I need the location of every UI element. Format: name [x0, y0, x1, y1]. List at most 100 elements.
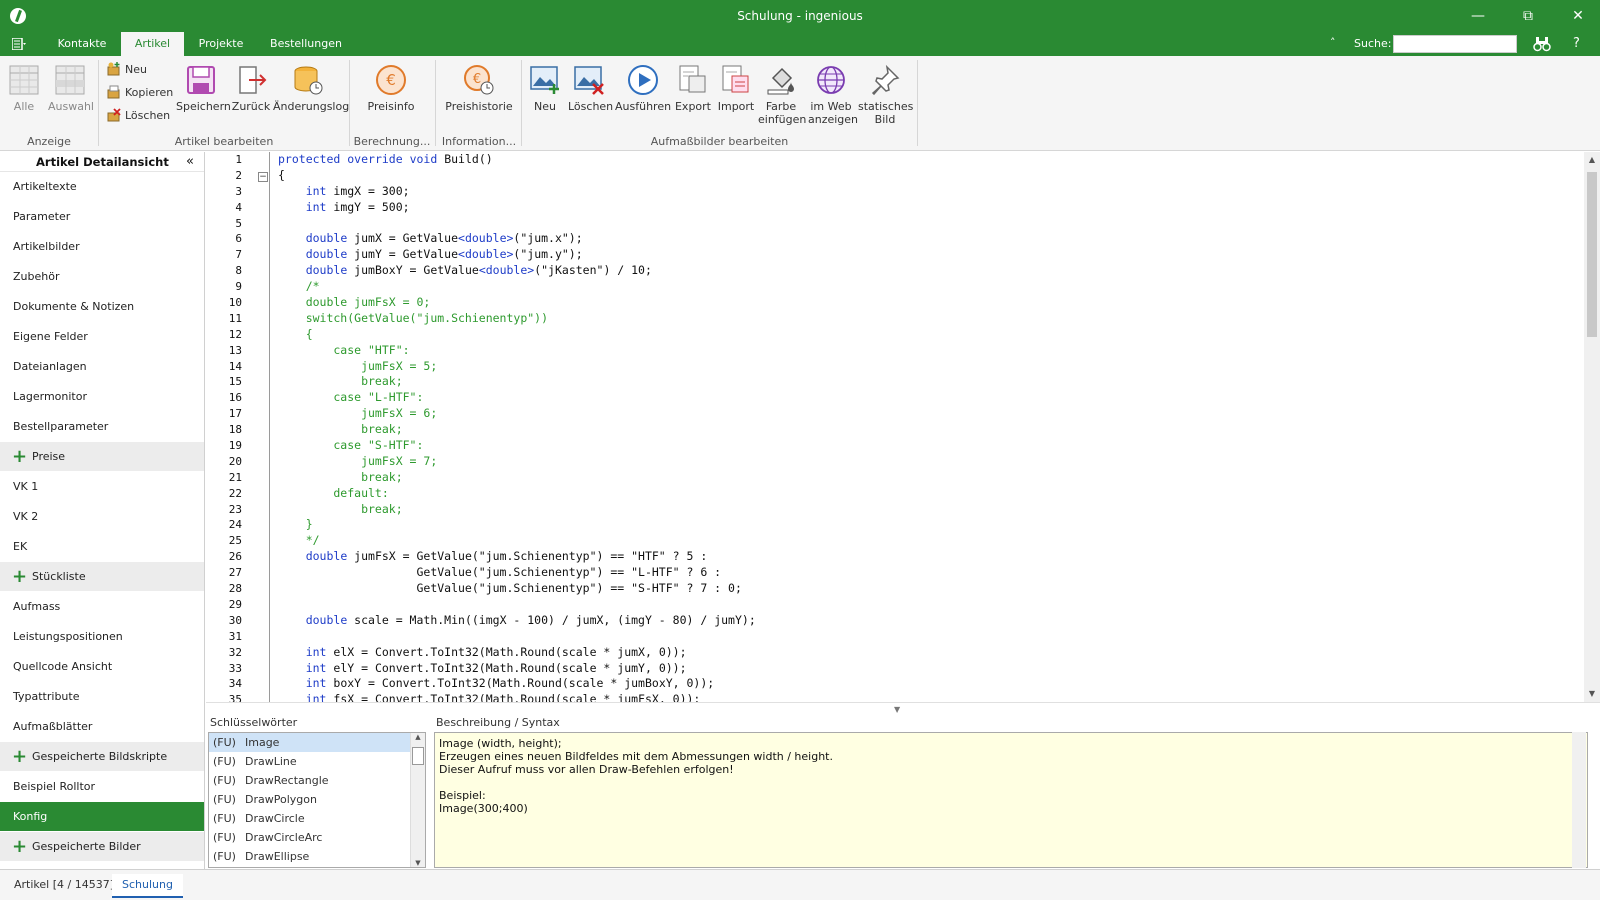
code-line[interactable]: break; [278, 374, 1568, 390]
sidebar-group-bildskripte[interactable]: + Gespeicherte Bildskripte [0, 742, 204, 772]
sidebar-item-dateianlagen[interactable]: Dateianlagen [0, 352, 204, 382]
doc-tab-artikel[interactable]: Artikel [4 / 14537] [4, 874, 124, 898]
sidebar-item-konfig[interactable]: Konfig [0, 802, 204, 832]
bild-neu-button[interactable]: Neu [527, 64, 563, 113]
scrollbar-thumb[interactable] [412, 747, 424, 765]
code-line[interactable]: double jumX = GetValue<double>("jum.x"); [278, 231, 1568, 247]
code-line[interactable]: double jumFsX = 0; [278, 295, 1568, 311]
sidebar-item-aufmassblaetter[interactable]: Aufmaßblätter [0, 712, 204, 742]
sidebar-item-ek[interactable]: EK [0, 532, 204, 562]
sidebar-item-eigene-felder[interactable]: Eigene Felder [0, 322, 204, 352]
code-line[interactable]: case "L-HTF": [278, 390, 1568, 406]
code-line[interactable]: break; [278, 502, 1568, 518]
ausfuehren-button[interactable]: Ausführen [615, 64, 671, 113]
preishistorie-button[interactable]: € Preishistorie [444, 64, 514, 113]
code-line[interactable]: double jumFsX = GetValue("jum.Schienenty… [278, 549, 1568, 565]
speichern-button[interactable]: Speichern [176, 64, 231, 113]
export-button[interactable]: Export [673, 64, 713, 113]
bild-loeschen-button[interactable]: Löschen [568, 64, 613, 113]
collapse-ribbon-icon[interactable]: ˄ [1330, 36, 1336, 49]
minimize-button[interactable]: — [1460, 4, 1496, 28]
sidebar-item-vk1[interactable]: VK 1 [0, 472, 204, 502]
sidebar-group-preise[interactable]: + Preise [0, 442, 204, 472]
code-line[interactable]: int fsX = Convert.ToInt32(Math.Round(sca… [278, 692, 1568, 702]
restore-button[interactable]: ⧉ [1510, 4, 1546, 28]
code-line[interactable]: int imgX = 300; [278, 184, 1568, 200]
scrollbar-thumb[interactable] [1587, 172, 1597, 337]
code-line[interactable]: /* [278, 279, 1568, 295]
sidebar-item-lagermonitor[interactable]: Lagermonitor [0, 382, 204, 412]
sidebar-item-aufmass[interactable]: Aufmass [0, 592, 204, 622]
auswahl-button[interactable]: Auswahl [48, 64, 94, 113]
sidebar-item-leistungspositionen[interactable]: Leistungspositionen [0, 622, 204, 652]
tab-projekte[interactable]: Projekte [191, 32, 251, 56]
sidebar-item-vk2[interactable]: VK 2 [0, 502, 204, 532]
search-input[interactable] [1393, 35, 1517, 53]
code-editor[interactable]: 1 2 3 4 5 6 7 8 9 10 11 12 13 14 15 16 17 18 19 20 21 22 23 24 2… [206, 152, 1584, 706]
scroll-down-icon[interactable]: ▼ [411, 859, 425, 867]
sidebar-item-parameter[interactable]: Parameter [0, 202, 204, 232]
code-text[interactable]: protected override void Build(){ int img… [278, 152, 1568, 702]
scroll-down-icon[interactable]: ▼ [1584, 686, 1600, 702]
sidebar-item-bestellparameter[interactable]: Bestellparameter [0, 412, 204, 442]
scroll-up-icon[interactable]: ▲ [411, 733, 425, 741]
code-line[interactable]: double jumY = GetValue<double>("jum.y"); [278, 247, 1568, 263]
help-icon[interactable]: ? [1573, 36, 1580, 51]
tab-bestellungen[interactable]: Bestellungen [266, 32, 346, 56]
keywords-scrollbar[interactable]: ▲ ▼ [410, 733, 425, 867]
code-line[interactable]: GetValue("jum.Schienentyp") == "S-HTF" ?… [278, 581, 1568, 597]
sidebar-group-gespeicherte-bilder[interactable]: + Gespeicherte Bilder [0, 832, 204, 862]
code-line[interactable]: } [278, 517, 1568, 533]
im-web-anzeigen-button[interactable]: im Web anzeigen [808, 64, 858, 126]
scroll-up-icon[interactable]: ▲ [1584, 152, 1600, 168]
sidebar-item-zubehoer[interactable]: Zubehör [0, 262, 204, 292]
keyword-item[interactable]: (FU) DrawLine [209, 752, 425, 771]
artikel-neu-button[interactable]: Neu [107, 60, 147, 80]
keyword-item[interactable]: (FU) Image [209, 733, 425, 752]
statisches-bild-button[interactable]: statisches Bild [858, 64, 913, 126]
import-button[interactable]: Import [717, 64, 755, 113]
sidebar-item-artikeltexte[interactable]: Artikeltexte [0, 172, 204, 202]
code-line[interactable] [278, 597, 1568, 613]
sidebar-item-artikelbilder[interactable]: Artikelbilder [0, 232, 204, 262]
artikel-kopieren-button[interactable]: Kopieren [107, 83, 173, 103]
zurueck-button[interactable]: Zurück [231, 64, 271, 113]
keywords-list[interactable]: (FU) Image (FU) DrawLine (FU) DrawRectangle (F… [208, 732, 426, 868]
preisinfo-button[interactable]: € Preisinfo [360, 64, 422, 113]
code-line[interactable]: */ [278, 533, 1568, 549]
code-line[interactable]: double scale = Math.Min((imgX - 100) / j… [278, 613, 1568, 629]
code-line[interactable]: int boxY = Convert.ToInt32(Math.Round(sc… [278, 676, 1568, 692]
code-line[interactable]: case "HTF": [278, 343, 1568, 359]
doc-tab-schulung[interactable]: Schulung [112, 874, 183, 898]
fold-collapse-icon[interactable]: − [258, 172, 268, 182]
keyword-item[interactable]: (FU) DrawEllipse [209, 847, 425, 866]
code-line[interactable]: { [278, 327, 1568, 343]
close-button[interactable]: ✕ [1560, 4, 1596, 28]
code-line[interactable]: int imgY = 500; [278, 200, 1568, 216]
aenderungslog-button[interactable]: Änderungslog [273, 64, 349, 113]
sidebar-item-beispiel-rolltor[interactable]: Beispiel Rolltor [0, 772, 204, 802]
keyword-item[interactable]: (FU) DrawCircleArc [209, 828, 425, 847]
sidebar-item-dokumente[interactable]: Dokumente & Notizen [0, 292, 204, 322]
code-line[interactable]: double jumBoxY = GetValue<double>("jKast… [278, 263, 1568, 279]
keyword-item[interactable]: (FU) DrawRectangle [209, 771, 425, 790]
alle-button[interactable]: Alle [4, 64, 44, 113]
code-line[interactable]: jumFsX = 7; [278, 454, 1568, 470]
code-line[interactable]: jumFsX = 5; [278, 359, 1568, 375]
tab-artikel[interactable]: Artikel [121, 32, 184, 56]
artikel-loeschen-button[interactable]: Löschen [107, 106, 170, 126]
tab-kontakte[interactable]: Kontakte [50, 32, 114, 56]
code-line[interactable]: switch(GetValue("jum.Schienentyp")) [278, 311, 1568, 327]
code-line[interactable]: break; [278, 470, 1568, 486]
code-line[interactable]: jumFsX = 6; [278, 406, 1568, 422]
keyword-item[interactable]: (FU) DrawCircle [209, 809, 425, 828]
code-line[interactable]: default: [278, 486, 1568, 502]
code-line[interactable] [278, 216, 1568, 232]
panel-splitter[interactable]: ▼ [206, 702, 1600, 716]
code-line[interactable]: break; [278, 422, 1568, 438]
binoculars-icon[interactable] [1533, 36, 1551, 52]
keyword-item[interactable]: (FU) DrawPolygon [209, 790, 425, 809]
description-scrollbar[interactable] [1572, 732, 1586, 868]
app-menu-icon[interactable] [12, 38, 26, 50]
code-line[interactable]: int elY = Convert.ToInt32(Math.Round(sca… [278, 661, 1568, 677]
